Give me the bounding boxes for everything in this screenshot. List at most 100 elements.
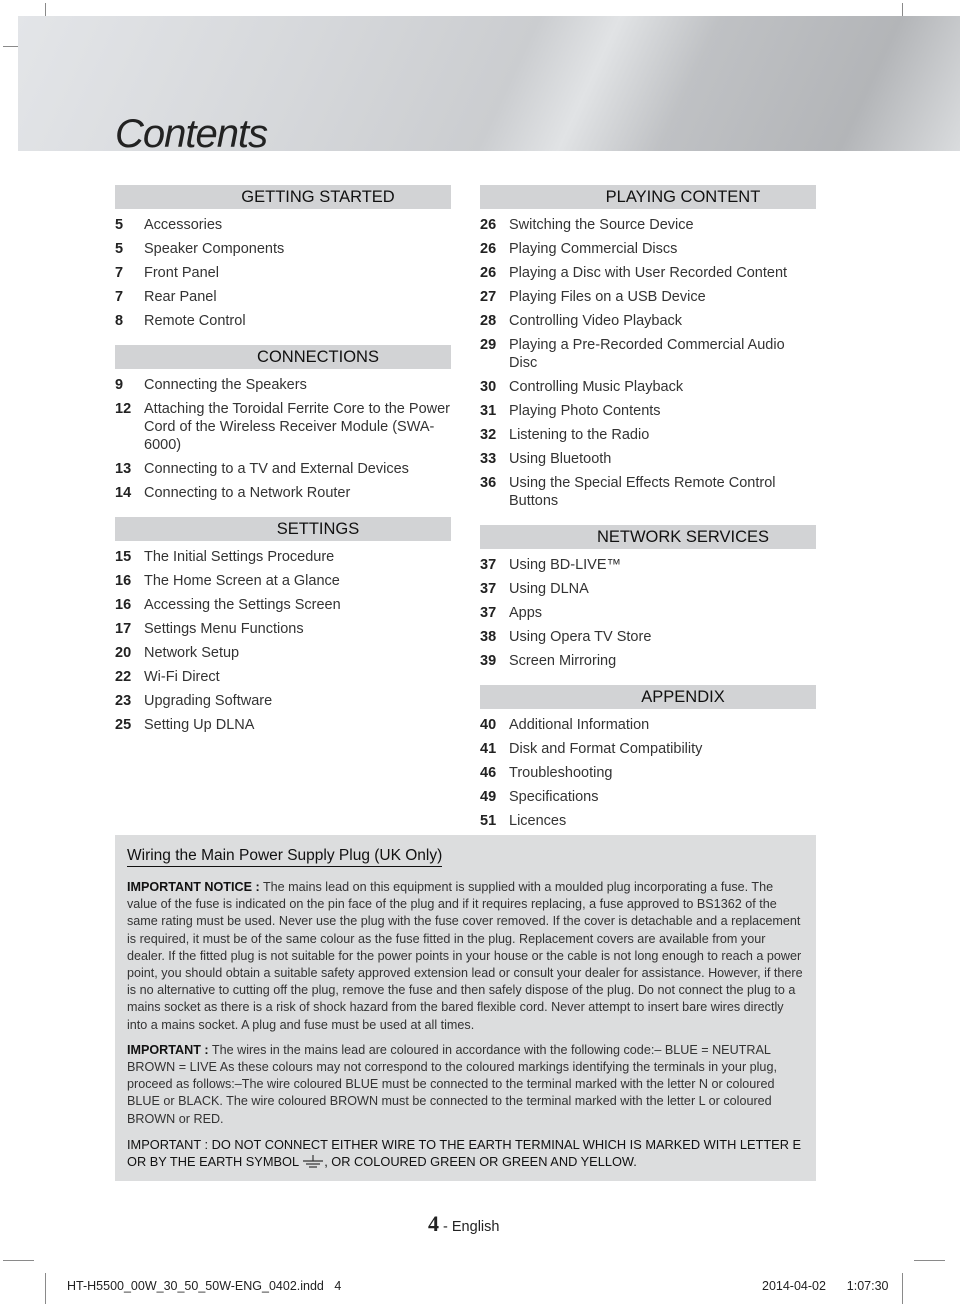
toc-entry-label: Playing Files on a USB Device xyxy=(509,289,706,305)
toc-entry[interactable]: 20 Network Setup xyxy=(115,641,451,665)
toc-page-number: 36 xyxy=(480,475,497,491)
toc-entry[interactable]: 13 Connecting to a TV and External Device… xyxy=(115,457,451,481)
toc-entry-label: Setting Up DLNA xyxy=(144,717,255,733)
toc-entry-label: Using Opera TV Store xyxy=(509,629,652,645)
toc-entry[interactable]: 38 Using Opera TV Store xyxy=(480,625,816,649)
toc-entry[interactable]: 41 Disk and Format Compatibility xyxy=(480,737,816,761)
toc-page-number: 29 xyxy=(480,337,497,353)
toc-entry[interactable]: 36 Using the Special Effects Remote Contr… xyxy=(480,471,816,513)
toc-entry[interactable]: 49 Specifications xyxy=(480,785,816,809)
toc-entry-label: Speaker Components xyxy=(144,241,285,257)
toc-entry[interactable]: 27 Playing Files on a USB Device xyxy=(480,285,816,309)
uk-plug-notice: Wiring the Main Power Supply Plug (UK On… xyxy=(115,835,816,1181)
toc-entry-label: Controlling Music Playback xyxy=(509,379,684,395)
toc-entry[interactable]: 9 Connecting the Speakers xyxy=(115,373,451,397)
toc-page-number: 31 xyxy=(480,403,497,419)
print-slug-file: HT-H5500_00W_30_50_50W-ENG_0402.indd 4 xyxy=(67,1279,341,1293)
toc-left-column: GETTING STARTED 5 Accessories 5 Speaker Comp… xyxy=(115,185,451,737)
slug-filename: HT-H5500_00W_30_50_50W-ENG_0402.indd xyxy=(67,1279,324,1293)
toc-entry[interactable]: 28 Controlling Video Playback xyxy=(480,309,816,333)
toc-entry-label: Accessories xyxy=(144,217,223,233)
toc-right-column: PLAYING CONTENT 26 Switching the Source De… xyxy=(480,185,816,833)
toc-page-number: 25 xyxy=(115,717,132,733)
toc-page-number: 38 xyxy=(480,629,497,645)
toc-entry[interactable]: 33 Using Bluetooth xyxy=(480,447,816,471)
toc-page-number: 46 xyxy=(480,765,497,781)
slug-page: 4 xyxy=(334,1279,342,1293)
toc-entry-label: Settings Menu Functions xyxy=(144,621,304,637)
toc-entry-label: Specifications xyxy=(509,789,599,805)
notice-paragraph-important-notice: IMPORTANT NOTICE : The mains lead on thi… xyxy=(127,879,804,1034)
toc-entry-label: Playing Commercial Discs xyxy=(509,241,678,257)
toc-entry-label: Using Bluetooth xyxy=(509,451,612,467)
toc-entry[interactable]: 15 The Initial Settings Procedure xyxy=(115,545,451,569)
toc-entry-label: Attaching the Toroidal Ferrite Core to t… xyxy=(144,401,451,453)
toc-entry[interactable]: 25 Setting Up DLNA xyxy=(115,713,451,737)
toc-entry[interactable]: 26 Playing Commercial Discs xyxy=(480,237,816,261)
toc-entry[interactable]: 39 Screen Mirroring xyxy=(480,649,816,673)
notice-title: Wiring the Main Power Supply Plug (UK On… xyxy=(127,847,443,867)
toc-entry[interactable]: 37 Using DLNA xyxy=(480,577,816,601)
toc-page-number: 37 xyxy=(480,605,497,621)
toc-page-number: 22 xyxy=(115,669,132,685)
toc-page-number: 8 xyxy=(115,313,124,329)
toc-entry[interactable]: 26 Playing a Disc with User Recorded Cont… xyxy=(480,261,816,285)
toc-page-number: 9 xyxy=(115,377,124,393)
print-slug-timestamp: 2014-04-02 1:07:30 xyxy=(762,1279,889,1293)
slug-date: 2014-04-02 xyxy=(762,1279,826,1293)
toc-entry[interactable]: 26 Switching the Source Device xyxy=(480,213,816,237)
toc-page-number: 26 xyxy=(480,241,497,257)
toc-page-number: 7 xyxy=(115,289,124,305)
toc-entry-label: Connecting to a TV and External Devices xyxy=(144,461,409,477)
notice-paragraph-earth-warning: IMPORTANT : DO NOT CONNECT EITHER WIRE T… xyxy=(127,1136,804,1173)
page-footer: 4 - English xyxy=(428,1211,499,1237)
toc-page-number: 41 xyxy=(480,741,497,757)
toc-entry-label: Disk and Format Compatibility xyxy=(509,741,703,757)
toc-entry[interactable]: 5 Accessories xyxy=(115,213,451,237)
toc-entry[interactable]: 46 Troubleshooting xyxy=(480,761,816,785)
toc-entry-label: Remote Control xyxy=(144,313,246,329)
toc-entry[interactable]: 16 The Home Screen at a Glance xyxy=(115,569,451,593)
toc-entry-label: Network Setup xyxy=(144,645,240,661)
toc-entry[interactable]: 14 Connecting to a Network Router xyxy=(115,481,451,505)
toc-page-number: 37 xyxy=(480,581,497,597)
toc-entry[interactable]: 8 Remote Control xyxy=(115,309,451,333)
toc-entry[interactable]: 7 Front Panel xyxy=(115,261,451,285)
toc-section-heading: SETTINGS xyxy=(115,517,451,541)
toc-entry-label: Licences xyxy=(509,813,567,829)
toc-entry[interactable]: 12 Attaching the Toroidal Ferrite Core to… xyxy=(115,397,451,457)
toc-entry-label: Connecting the Speakers xyxy=(144,377,307,393)
slug-time: 1:07:30 xyxy=(846,1279,889,1293)
toc-entry-label: Using DLNA xyxy=(509,581,589,597)
toc-page-number: 12 xyxy=(115,401,132,417)
toc-entry-label: Using BD-LIVE™ xyxy=(509,557,622,573)
toc-entry[interactable]: 5 Speaker Components xyxy=(115,237,451,261)
toc-entry-label: The Initial Settings Procedure xyxy=(144,549,335,565)
toc-entry[interactable]: 37 Apps xyxy=(480,601,816,625)
notice-text: , OR COLOURED GREEN OR GREEN AND YELLOW. xyxy=(324,1154,637,1170)
toc-entry[interactable]: 40 Additional Information xyxy=(480,713,816,737)
toc-page-number: 16 xyxy=(115,573,132,589)
toc-entry[interactable]: 16 Accessing the Settings Screen xyxy=(115,593,451,617)
toc-entry-label: Rear Panel xyxy=(144,289,217,305)
toc-entry-label: Upgrading Software xyxy=(144,693,273,709)
toc-entry[interactable]: 51 Licences xyxy=(480,809,816,833)
toc-page-number: 32 xyxy=(480,427,497,443)
toc-page-number: 13 xyxy=(115,461,132,477)
notice-text: The wires in the mains lead are coloured… xyxy=(127,1042,777,1126)
toc-page-number: 14 xyxy=(115,485,132,501)
toc-entry[interactable]: 22 Wi-Fi Direct xyxy=(115,665,451,689)
toc-entry[interactable]: 37 Using BD-LIVE™ xyxy=(480,553,816,577)
toc-entry[interactable]: 30 Controlling Music Playback xyxy=(480,375,816,399)
toc-page-number: 5 xyxy=(115,217,124,233)
toc-entry[interactable]: 29 Playing a Pre-Recorded Commercial Audi… xyxy=(480,333,816,375)
toc-entry[interactable]: 7 Rear Panel xyxy=(115,285,451,309)
toc-entry[interactable]: 17 Settings Menu Functions xyxy=(115,617,451,641)
toc-section-heading: GETTING STARTED xyxy=(115,185,451,209)
toc-page-number: 37 xyxy=(480,557,497,573)
toc-page-number: 39 xyxy=(480,653,497,669)
toc-entry[interactable]: 32 Listening to the Radio xyxy=(480,423,816,447)
toc-entry[interactable]: 31 Playing Photo Contents xyxy=(480,399,816,423)
toc-entry[interactable]: 23 Upgrading Software xyxy=(115,689,451,713)
crop-mark xyxy=(45,1273,46,1304)
